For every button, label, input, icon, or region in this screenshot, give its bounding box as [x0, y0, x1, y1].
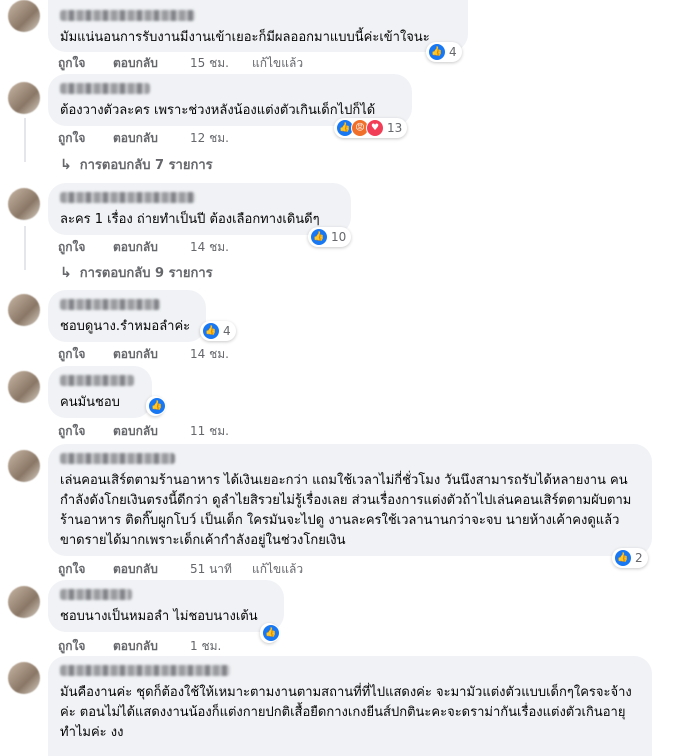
- timestamp[interactable]: 11 ชม.: [190, 422, 252, 441]
- avatar[interactable]: [8, 294, 40, 326]
- like-button[interactable]: ถูกใจ: [58, 54, 113, 73]
- view-replies-link[interactable]: ↳ การตอบกลับ 9 รายการ: [60, 262, 213, 283]
- comment-text: ละคร 1 เรื่อง ถ่ายทำเป็นปี ต้องเลือกทางเ…: [60, 212, 320, 227]
- comment-text: คนมันชอบ: [60, 395, 120, 410]
- like-icon: 👍: [428, 43, 446, 61]
- reply-button[interactable]: ตอบกลับ: [113, 129, 190, 148]
- edited-label[interactable]: แก้ไขแล้ว: [252, 560, 303, 579]
- comment-text: ชอบนางเป็นหมอลำ ไม่ชอบนางเต้น: [60, 609, 258, 624]
- commenter-name-blurred[interactable]: [60, 453, 175, 464]
- timestamp[interactable]: 12 ชม.: [190, 129, 252, 148]
- like-icon: 👍: [614, 549, 632, 567]
- comment-bubble: ชอบดูนาง.รำหมอลำค่ะ: [48, 290, 206, 342]
- like-button[interactable]: ถูกใจ: [58, 345, 113, 364]
- reaction-summary[interactable]: 👍 😡 ♥ 13: [334, 118, 408, 138]
- avatar[interactable]: [8, 0, 40, 32]
- reaction-summary[interactable]: 👍 4: [200, 321, 236, 341]
- avatar[interactable]: [8, 450, 40, 482]
- commenter-name-blurred[interactable]: [60, 299, 160, 310]
- love-icon: ♥: [366, 119, 384, 137]
- replies-label: การตอบกลับ 9 รายการ: [79, 266, 213, 281]
- like-button[interactable]: ถูกใจ: [58, 129, 113, 148]
- like-button[interactable]: ถูกใจ: [58, 238, 113, 257]
- reply-arrow-icon: ↳: [60, 156, 72, 173]
- reaction-count: 2: [635, 551, 643, 565]
- reply-button[interactable]: ตอบกลับ: [113, 560, 190, 579]
- comment-bubble: ชอบนางเป็นหมอลำ ไม่ชอบนางเต้น: [48, 580, 284, 632]
- avatar[interactable]: [8, 662, 40, 694]
- reply-button[interactable]: ตอบกลับ: [113, 637, 190, 656]
- comment-text: เล่นคอนเสิร์ตตามร้านอาหาร ได้เงินเยอะกว่…: [60, 473, 632, 548]
- commenter-name-blurred[interactable]: [60, 10, 195, 21]
- reply-button[interactable]: ตอบกลับ: [113, 238, 190, 257]
- like-icon: 👍: [202, 322, 220, 340]
- commenter-name-blurred[interactable]: [60, 375, 134, 386]
- reaction-summary[interactable]: 👍 4: [426, 42, 462, 62]
- view-replies-link[interactable]: ↳ การตอบกลับ 7 รายการ: [60, 154, 213, 175]
- commenter-name-blurred[interactable]: [60, 665, 230, 676]
- reaction-count: 4: [223, 324, 231, 338]
- commenter-name-blurred[interactable]: [60, 83, 150, 94]
- timestamp[interactable]: 1 ชม.: [190, 637, 252, 656]
- comment-text: ชอบดูนาง.รำหมอลำค่ะ: [60, 319, 191, 334]
- comment-bubble: คนมันชอบ: [48, 366, 152, 418]
- avatar[interactable]: [8, 188, 40, 220]
- timestamp[interactable]: 15 ชม.: [190, 54, 252, 73]
- avatar[interactable]: [8, 586, 40, 618]
- commenter-name-blurred[interactable]: [60, 192, 195, 203]
- timestamp[interactable]: 51 นาที: [190, 560, 252, 579]
- like-icon: 👍: [262, 624, 280, 642]
- reaction-count: 10: [331, 230, 347, 244]
- reply-arrow-icon: ↳: [60, 264, 72, 281]
- comment-bubble: เล่นคอนเสิร์ตตามร้านอาหาร ได้เงินเยอะกว่…: [48, 444, 652, 556]
- replies-label: การตอบกลับ 7 รายการ: [79, 158, 213, 173]
- like-icon: 👍: [148, 397, 166, 415]
- comment-bubble: ละคร 1 เรื่อง ถ่ายทำเป็นปี ต้องเลือกทางเ…: [48, 183, 351, 235]
- reaction-summary[interactable]: 👍: [146, 396, 166, 416]
- like-button[interactable]: ถูกใจ: [58, 560, 113, 579]
- avatar[interactable]: [8, 371, 40, 403]
- reply-button[interactable]: ตอบกลับ: [113, 345, 190, 364]
- reaction-summary[interactable]: 👍 10: [308, 227, 352, 247]
- timestamp[interactable]: 14 ชม.: [190, 238, 252, 257]
- like-button[interactable]: ถูกใจ: [58, 637, 113, 656]
- comment-bubble: มันคืองานค่ะ ชุดก็ต้องใช้ให้เหมาะตามงานต…: [48, 656, 652, 756]
- edited-label[interactable]: แก้ไขแล้ว: [252, 54, 303, 73]
- like-icon: 👍: [310, 228, 328, 246]
- comment-text: มันคืองานค่ะ ชุดก็ต้องใช้ให้เหมาะตามงานต…: [60, 685, 632, 740]
- reply-button[interactable]: ตอบกลับ: [113, 54, 190, 73]
- comment-text: มัมแน่นอนการรับงานมีงานเข้าเยอะก็มีผลออก…: [60, 30, 430, 45]
- comment-bubble: มัมแน่นอนการรับงานมีงานเข้าเยอะก็มีผลออก…: [48, 0, 468, 52]
- avatar[interactable]: [8, 82, 40, 114]
- reply-button[interactable]: ตอบกลับ: [113, 422, 190, 441]
- reaction-count: 13: [387, 121, 403, 135]
- commenter-name-blurred[interactable]: [60, 589, 132, 600]
- like-button[interactable]: ถูกใจ: [58, 422, 113, 441]
- reaction-summary[interactable]: 👍: [260, 623, 280, 643]
- reaction-summary[interactable]: 👍 2: [612, 548, 648, 568]
- reaction-count: 4: [449, 45, 457, 59]
- timestamp[interactable]: 14 ชม.: [190, 345, 252, 364]
